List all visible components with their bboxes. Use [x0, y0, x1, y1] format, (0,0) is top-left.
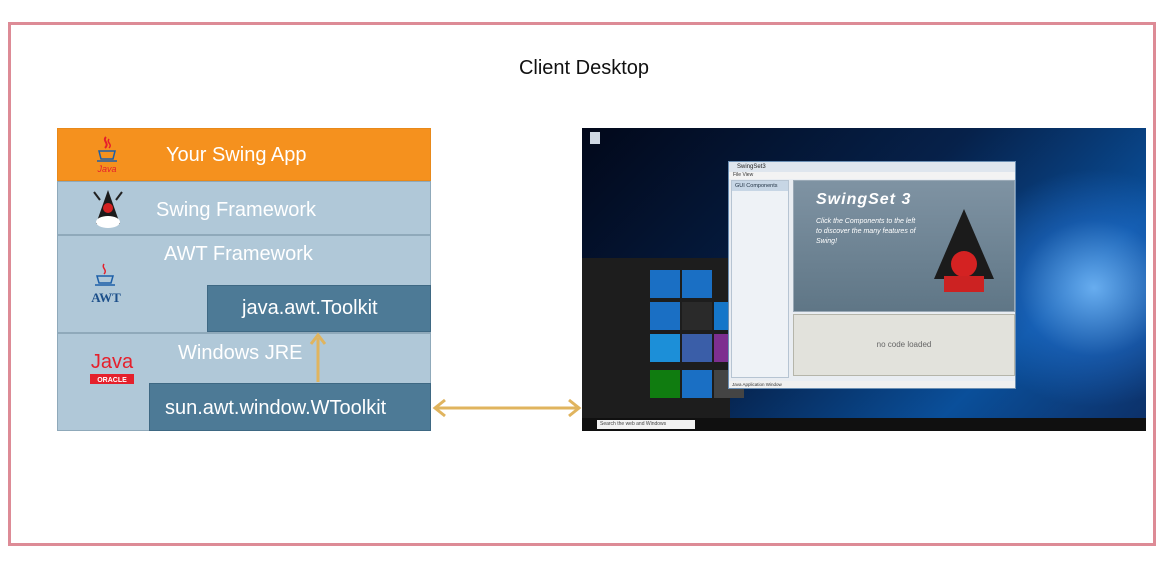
- wtoolkit-label: sun.awt.window.WToolkit: [165, 397, 387, 419]
- awt-logo-icon: AWT: [91, 263, 121, 305]
- tile: [650, 270, 680, 298]
- layer-swing-framework: Swing Framework: [57, 181, 431, 235]
- tile: [650, 302, 680, 330]
- gui-components-header: GUI Components: [732, 181, 788, 191]
- software-stack: Java Your Swing App Swing Framework AWT …: [57, 128, 431, 431]
- tile: [650, 334, 680, 362]
- swingset-banner: SwingSet 3 Click the Components to the l…: [793, 180, 1015, 312]
- duke-nose: [951, 251, 977, 277]
- tile: [682, 334, 712, 362]
- diagram-title: Client Desktop: [518, 57, 650, 79]
- java-oracle-bottom-text: ORACLE: [97, 377, 127, 384]
- layer-app-label: Your Swing App: [166, 144, 307, 166]
- tile: [682, 302, 712, 330]
- awt-logo-text: AWT: [91, 290, 121, 305]
- java-oracle-logo-icon: Java ORACLE: [90, 351, 134, 384]
- tile: [682, 270, 712, 298]
- java-small-text: Java: [96, 164, 116, 174]
- tile: [650, 370, 680, 398]
- window-title: SwingSet3: [729, 162, 1015, 172]
- tile: [682, 370, 712, 398]
- window-menu: File View: [729, 172, 1015, 179]
- toolbox: [944, 276, 984, 292]
- window-status: Java Application Window: [729, 381, 1015, 388]
- gui-components-panel: GUI Components: [731, 180, 789, 378]
- code-panel: no code loaded: [793, 314, 1015, 376]
- up-arrow-icon: [309, 332, 327, 382]
- desktop-screenshot: SwingSet3 File View GUI Components Swing…: [582, 128, 1146, 431]
- awt-toolkit-label: java.awt.Toolkit: [242, 297, 378, 319]
- duke-icon: [93, 190, 123, 228]
- wtoolkit-box: sun.awt.window.WToolkit: [149, 383, 431, 431]
- layer-jre-label: Windows JRE: [178, 342, 303, 364]
- layer-awt-label: AWT Framework: [164, 243, 313, 265]
- recycle-bin-icon: [590, 132, 600, 144]
- java-oracle-top-text: Java: [91, 351, 134, 373]
- java-cup-icon: Java: [96, 136, 117, 174]
- layer-swing-app: Java Your Swing App: [57, 128, 431, 181]
- start-menu-list: [586, 278, 646, 398]
- awt-toolkit-box: java.awt.Toolkit: [207, 285, 431, 332]
- layer-swing-label: Swing Framework: [156, 199, 317, 221]
- swingset-window: SwingSet3 File View GUI Components Swing…: [728, 161, 1016, 389]
- banner-text: Click the Components to the left to disc…: [816, 218, 916, 245]
- banner-title: SwingSet 3: [816, 191, 912, 208]
- double-arrow-icon: [432, 398, 582, 418]
- code-panel-text: no code loaded: [876, 340, 932, 349]
- taskbar-search: Search the web and Windows: [597, 420, 695, 429]
